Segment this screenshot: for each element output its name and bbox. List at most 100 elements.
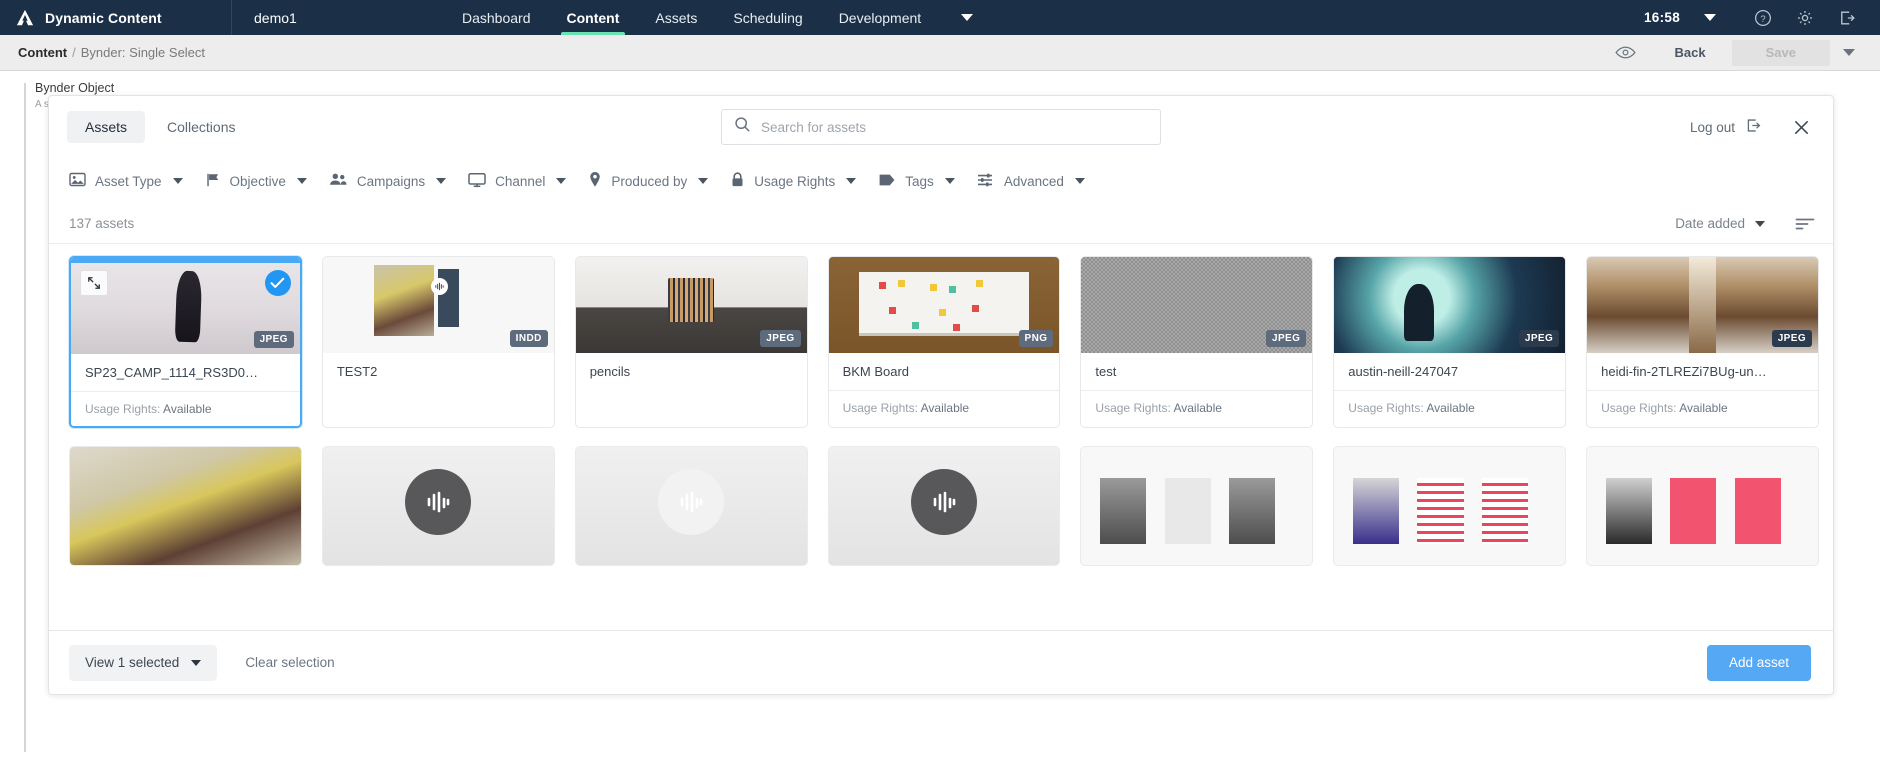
filter-produced-by[interactable]: Produced by xyxy=(588,171,730,191)
asset-card[interactable]: PNG BKM Board Usage Rights: Available xyxy=(827,256,1061,428)
asset-card[interactable]: JPEG austin-neill-247047 Usage Rights: A… xyxy=(1333,256,1567,428)
nav-overflow-chevron-down-icon[interactable] xyxy=(961,14,974,21)
account-name[interactable]: demo1 xyxy=(232,0,444,35)
asset-card[interactable]: JPEG heidi-fin-2TLREZi7BUg-un… Usage Rig… xyxy=(1586,256,1819,428)
search-input[interactable] xyxy=(761,119,1148,135)
top-navigation-bar: Dynamic Content demo1 Dashboard Content … xyxy=(0,0,1880,35)
people-icon xyxy=(329,172,348,190)
search-box[interactable] xyxy=(721,109,1161,145)
usage-rights-label: Usage Rights: xyxy=(1601,401,1677,415)
asset-card[interactable] xyxy=(321,446,555,566)
asset-name: pencils xyxy=(575,353,807,390)
nav-link-assets[interactable]: Assets xyxy=(637,0,715,35)
modal-header-actions: Log out xyxy=(1690,117,1811,137)
asset-count: 137 assets xyxy=(69,216,135,231)
nav-link-dashboard[interactable]: Dashboard xyxy=(444,0,549,35)
field-label-bynder-object: Bynder Object xyxy=(35,81,115,95)
monitor-icon xyxy=(468,172,486,191)
usage-rights-value: Available xyxy=(1173,401,1222,415)
asset-name: BKM Board xyxy=(828,353,1060,390)
usage-rights-value: Available xyxy=(1679,401,1728,415)
close-icon[interactable] xyxy=(1792,118,1811,137)
main-nav-links: Dashboard Content Assets Scheduling Deve… xyxy=(444,0,974,35)
eye-icon[interactable] xyxy=(1603,45,1649,60)
asset-card[interactable]: JPEG test Usage Rights: Available xyxy=(1080,256,1314,428)
clear-selection-button[interactable]: Clear selection xyxy=(245,655,334,670)
asset-card[interactable] xyxy=(827,446,1061,566)
asset-name: SP23_CAMP_1114_RS3D0… xyxy=(71,354,300,391)
filter-bar: Asset Type Objective Campaigns Channel P… xyxy=(49,158,1833,204)
brand-name: Dynamic Content xyxy=(45,9,162,26)
asset-card[interactable] xyxy=(574,446,808,566)
filter-usage-rights-label: Usage Rights xyxy=(754,173,836,189)
filter-asset-type[interactable]: Asset Type xyxy=(69,172,205,190)
chevron-down-icon xyxy=(296,178,307,184)
filter-tags-label: Tags xyxy=(905,173,934,189)
asset-card[interactable] xyxy=(69,446,302,566)
asset-grid-container[interactable]: JPEG SP23_CAMP_1114_RS3D0… Usage Rights:… xyxy=(49,244,1833,630)
nav-link-development[interactable]: Development xyxy=(821,0,940,35)
asset-usage-rights: Usage Rights: Available xyxy=(828,390,1060,425)
waveform-icon xyxy=(910,469,977,535)
format-badge: INDD xyxy=(509,330,548,347)
asset-thumbnail: JPEG xyxy=(1081,257,1313,353)
asset-card-selected[interactable]: JPEG SP23_CAMP_1114_RS3D0… Usage Rights:… xyxy=(69,256,302,428)
breadcrumb-separator: / xyxy=(72,45,76,60)
asset-usage-rights: Usage Rights: Available xyxy=(1081,390,1313,425)
filter-asset-type-label: Asset Type xyxy=(95,173,162,189)
brand-area[interactable]: Dynamic Content xyxy=(0,0,232,35)
filter-advanced-label: Advanced xyxy=(1003,173,1064,189)
view-selected-button[interactable]: View 1 selected xyxy=(69,644,218,681)
asset-usage-rights: Usage Rights: Available xyxy=(71,391,300,426)
chevron-down-icon xyxy=(1074,178,1085,184)
search-area xyxy=(721,109,1161,145)
usage-rights-value: Available xyxy=(163,402,212,416)
asset-card[interactable]: JPEG pencils xyxy=(574,256,808,428)
chevron-down-icon xyxy=(846,178,857,184)
asset-card[interactable] xyxy=(1333,446,1567,566)
tab-assets[interactable]: Assets xyxy=(67,111,146,143)
help-icon[interactable]: ? xyxy=(1742,9,1784,27)
tag-icon xyxy=(878,173,896,190)
logout-icon xyxy=(1745,117,1762,137)
lock-icon xyxy=(730,171,745,191)
asset-card[interactable]: INDD TEST2 xyxy=(321,256,555,428)
filter-usage-rights[interactable]: Usage Rights xyxy=(730,171,878,191)
logout-button[interactable]: Log out xyxy=(1690,117,1792,137)
sort-select-label: Date added xyxy=(1675,216,1745,231)
filter-channel-label: Channel xyxy=(495,173,546,189)
selected-check-icon[interactable] xyxy=(264,270,291,296)
save-options-chevron-down-icon[interactable] xyxy=(1830,49,1868,56)
save-button: Save xyxy=(1731,39,1830,66)
filter-channel[interactable]: Channel xyxy=(468,172,588,191)
add-asset-button[interactable]: Add asset xyxy=(1706,644,1811,681)
chevron-down-icon xyxy=(944,178,955,184)
filter-advanced[interactable]: Advanced xyxy=(977,172,1107,191)
logout-icon[interactable] xyxy=(1826,9,1868,27)
sort-select[interactable]: Date added xyxy=(1675,216,1765,231)
asset-card[interactable] xyxy=(1586,446,1819,566)
asset-thumbnail: INDD xyxy=(322,257,554,353)
filter-objective[interactable]: Objective xyxy=(205,172,329,191)
breadcrumb-tail: Bynder: Single Select xyxy=(80,45,206,60)
gear-icon[interactable] xyxy=(1784,9,1826,27)
nav-link-scheduling[interactable]: Scheduling xyxy=(715,0,820,35)
asset-thumbnail: JPEG xyxy=(71,258,300,354)
clock-chevron-down-icon[interactable] xyxy=(1704,14,1716,21)
pin-icon xyxy=(588,171,602,191)
expand-icon[interactable] xyxy=(80,270,108,296)
sort-direction-icon[interactable] xyxy=(1765,217,1815,231)
image-icon xyxy=(69,172,86,190)
back-button[interactable]: Back xyxy=(1649,45,1732,60)
breadcrumb-current[interactable]: Content xyxy=(18,45,67,60)
flag-icon xyxy=(205,172,221,191)
nav-link-content[interactable]: Content xyxy=(549,0,638,35)
asset-card[interactable] xyxy=(1080,446,1314,566)
asset-usage-rights: Usage Rights: Available xyxy=(1587,390,1818,425)
filter-campaigns[interactable]: Campaigns xyxy=(329,172,468,190)
tab-collections[interactable]: Collections xyxy=(149,111,253,143)
chevron-down-icon xyxy=(172,178,183,184)
filter-tags[interactable]: Tags xyxy=(878,173,977,190)
asset-name: austin-neill-247047 xyxy=(1334,353,1566,390)
asset-name: test xyxy=(1081,353,1313,390)
